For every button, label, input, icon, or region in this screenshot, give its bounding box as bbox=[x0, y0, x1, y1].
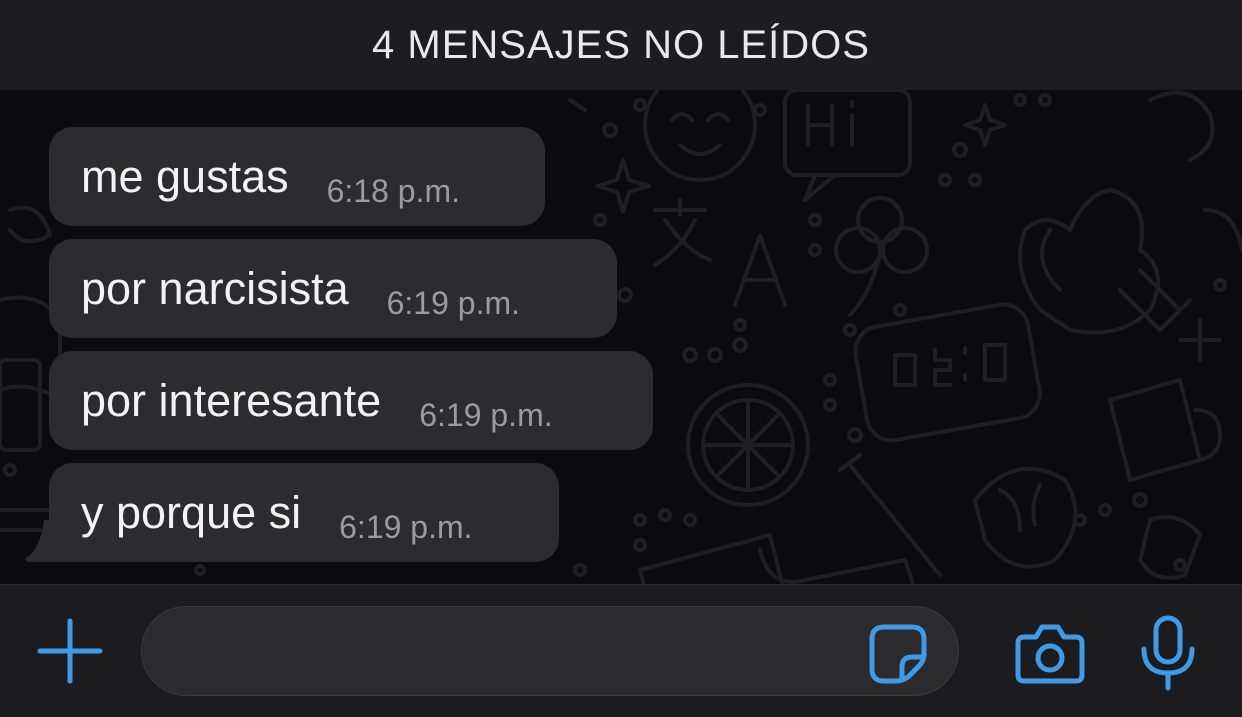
message-bubble[interactable]: por narcisista 6:19 p.m. bbox=[49, 239, 617, 338]
message-bubble[interactable]: por interesante 6:19 p.m. bbox=[49, 351, 653, 450]
sticker-button[interactable] bbox=[866, 621, 930, 685]
chat-screen: 4 MENSAJES NO LEÍDOS me gustas 6:18 p.m.… bbox=[0, 0, 1242, 717]
message-text: me gustas bbox=[81, 150, 289, 202]
attach-button[interactable] bbox=[36, 617, 104, 685]
unread-messages-banner: 4 MENSAJES NO LEÍDOS bbox=[0, 0, 1242, 90]
microphone-icon bbox=[1141, 615, 1195, 691]
sticker-icon bbox=[869, 624, 927, 684]
message-text: y porque si bbox=[81, 486, 302, 538]
message-timestamp: 6:18 p.m. bbox=[326, 173, 461, 209]
message-input[interactable] bbox=[172, 607, 856, 697]
unread-messages-label: 4 MENSAJES NO LEÍDOS bbox=[372, 22, 870, 67]
chat-message-area[interactable]: me gustas 6:18 p.m. por narcisista 6:19 … bbox=[0, 90, 1242, 584]
microphone-button[interactable] bbox=[1138, 615, 1198, 691]
camera-button[interactable] bbox=[1014, 621, 1086, 685]
message-timestamp: 6:19 p.m. bbox=[419, 397, 553, 433]
message-timestamp: 6:19 p.m. bbox=[386, 285, 521, 321]
message-input-field[interactable] bbox=[141, 606, 959, 697]
plus-icon bbox=[37, 618, 103, 684]
message-timestamp: 6:19 p.m. bbox=[339, 509, 473, 545]
message-text: por interesante bbox=[81, 374, 382, 426]
message-bubble[interactable]: me gustas 6:18 p.m. bbox=[49, 127, 545, 226]
message-bubble[interactable]: y porque si 6:19 p.m. bbox=[49, 463, 559, 562]
message-composer bbox=[0, 584, 1242, 717]
camera-icon bbox=[1015, 624, 1085, 684]
message-text: por narcisista bbox=[81, 262, 349, 314]
